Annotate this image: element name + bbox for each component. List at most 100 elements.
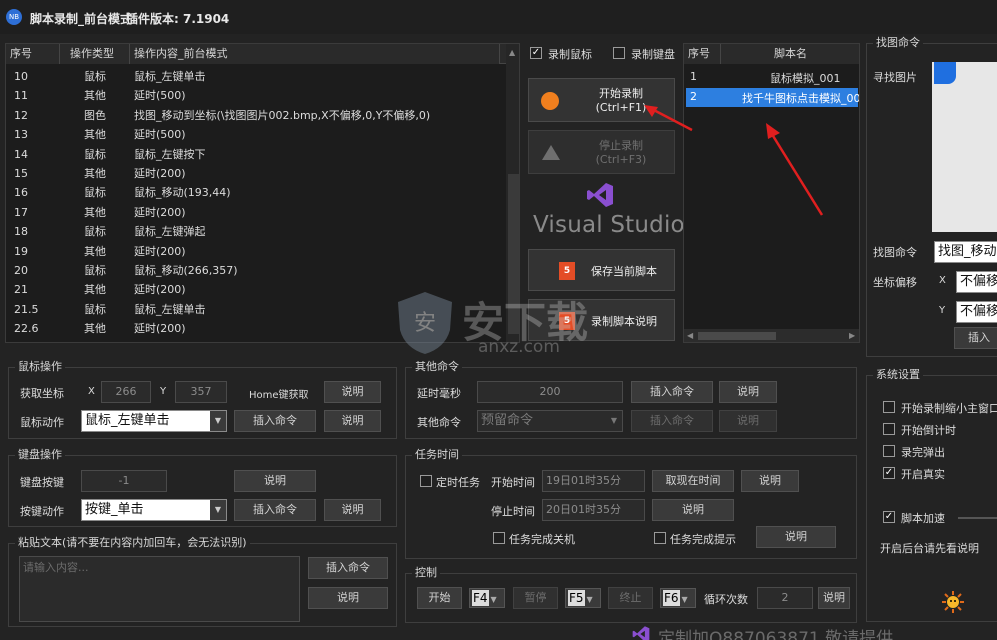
- get-now-button[interactable]: 取现在时间: [652, 470, 734, 492]
- record-row[interactable]: 11 其他 延时(500): [10, 86, 506, 105]
- control-stop-button[interactable]: 终止: [608, 587, 653, 609]
- save-script-button[interactable]: 5 保存当前脚本: [528, 249, 675, 291]
- record-type: 鼠标: [84, 264, 106, 277]
- col-header-index[interactable]: 序号: [6, 44, 60, 64]
- coord-y-input[interactable]: 357: [175, 381, 227, 403]
- record-row[interactable]: 19 其他 延时(200): [10, 242, 506, 261]
- delay-insert-button[interactable]: 插入命令: [631, 381, 713, 403]
- record-row[interactable]: 18 鼠标 鼠标_左键弹起: [10, 222, 506, 241]
- record-row[interactable]: 10 鼠标 鼠标_左键单击: [10, 67, 506, 86]
- other-cmd-select[interactable]: 预留命令 ▼: [477, 410, 623, 432]
- other-cmd-label: 其他命令: [417, 416, 461, 429]
- speedup-checkbox[interactable]: ✓: [883, 511, 895, 523]
- task-explain-button[interactable]: 说明: [741, 470, 799, 492]
- key-explain2-button[interactable]: 说明: [324, 499, 381, 521]
- record-row[interactable]: 12 图色 找图_移动到坐标(\找图图片002.bmp,X不偏移,0,Y不偏移,0): [10, 106, 506, 125]
- control-start-button[interactable]: 开始: [417, 587, 462, 609]
- start-time-input[interactable]: 19日01时35分: [542, 470, 645, 492]
- loop-count-input[interactable]: 2: [757, 587, 813, 609]
- other-cmd-value: 预留命令: [481, 413, 534, 428]
- record-content: 鼠标_左键单击: [134, 70, 206, 83]
- col-header-content[interactable]: 操作内容_前台模式: [130, 44, 500, 64]
- record-index: 18: [14, 225, 28, 239]
- stop-explain-button[interactable]: 说明: [652, 499, 734, 521]
- find-insert-button[interactable]: 插入: [954, 327, 997, 349]
- timed-task-checkbox[interactable]: [420, 475, 432, 487]
- script-hscrollbar[interactable]: ◀ ▶: [684, 329, 859, 342]
- chevron-down-icon[interactable]: ▼: [210, 500, 226, 520]
- record-keyboard-label: 录制键盘: [631, 48, 675, 61]
- record-row[interactable]: 13 其他 延时(500): [10, 125, 506, 144]
- warning-icon: [542, 145, 560, 160]
- shrink-window-checkbox[interactable]: [883, 401, 895, 413]
- watermark-shield-icon: 安: [395, 290, 455, 356]
- paste-textarea[interactable]: 请输入内容...: [19, 556, 300, 622]
- record-index: 21: [14, 283, 28, 297]
- mouse-action-select[interactable]: 鼠标_左键单击 ▼: [81, 410, 227, 432]
- record-index: 17: [14, 205, 28, 219]
- chevron-down-icon: ▼: [490, 595, 497, 604]
- find-cmd-select[interactable]: 找图_移动: [934, 241, 997, 263]
- mouse-explain-button[interactable]: 说明: [324, 410, 381, 432]
- scroll-left-icon[interactable]: ◀: [687, 331, 693, 340]
- firefox-icon: [541, 92, 559, 110]
- key-explain-button[interactable]: 说明: [234, 470, 316, 492]
- coord-x-input[interactable]: 266: [101, 381, 151, 403]
- popup-checkbox[interactable]: [883, 445, 895, 457]
- record-content: 延时(200): [134, 244, 186, 258]
- record-content: 延时(500): [134, 89, 186, 103]
- image-preview[interactable]: [932, 62, 997, 232]
- record-row[interactable]: 17 其他 延时(200): [10, 203, 506, 222]
- key-action-select[interactable]: 按键_单击 ▼: [81, 499, 227, 521]
- chevron-down-icon[interactable]: ▼: [210, 411, 226, 431]
- control-explain-button[interactable]: 说明: [818, 587, 850, 609]
- col-header-type[interactable]: 操作类型: [60, 44, 130, 64]
- key-insert-button[interactable]: 插入命令: [234, 499, 316, 521]
- notify-checkbox[interactable]: [654, 532, 666, 544]
- paste-insert-button[interactable]: 插入命令: [308, 557, 388, 579]
- chevron-down-icon[interactable]: ▼: [606, 411, 622, 431]
- scroll-thumb[interactable]: [698, 332, 776, 340]
- record-row[interactable]: 20 鼠标 鼠标_移动(266,357): [10, 261, 506, 280]
- delay-explain-button[interactable]: 说明: [719, 381, 777, 403]
- other-insert-button[interactable]: 插入命令: [631, 410, 713, 432]
- delay-input[interactable]: 200: [477, 381, 623, 403]
- countdown-checkbox[interactable]: [883, 423, 895, 435]
- scroll-right-icon[interactable]: ▶: [849, 331, 855, 340]
- shutdown-checkbox[interactable]: [493, 532, 505, 544]
- record-index: 15: [14, 167, 28, 180]
- offset-x-select[interactable]: 不偏移: [956, 271, 997, 293]
- record-type: 其他: [84, 244, 106, 258]
- record-keyboard-checkbox[interactable]: [613, 47, 625, 59]
- start-hotkey-select[interactable]: F4 ▼: [469, 588, 505, 608]
- real-mode-checkbox[interactable]: ✓: [883, 467, 895, 479]
- speed-slider[interactable]: [958, 517, 997, 519]
- pause-hotkey-select[interactable]: F5 ▼: [565, 588, 601, 608]
- script-row[interactable]: 1 鼠标模拟_001: [684, 68, 859, 87]
- background-note: 开启后台请先看说明: [880, 542, 979, 555]
- loop-count-label: 循环次数: [704, 593, 748, 606]
- record-row[interactable]: 16 鼠标 鼠标_移动(193,44): [10, 183, 506, 202]
- stop-time-input[interactable]: 20日01时35分: [542, 499, 645, 521]
- offset-y-select[interactable]: 不偏移: [956, 301, 997, 323]
- other-explain-button[interactable]: 说明: [719, 410, 777, 432]
- coord-explain-button[interactable]: 说明: [324, 381, 381, 403]
- record-row[interactable]: 15 其他 延时(200): [10, 164, 506, 183]
- start-time-label: 开始时间: [491, 476, 535, 489]
- find-image-label: 寻找图片: [873, 71, 917, 84]
- key-input[interactable]: -1: [81, 470, 167, 492]
- mouse-insert-button[interactable]: 插入命令: [234, 410, 316, 432]
- stop-hotkey-select[interactable]: F6 ▼: [660, 588, 696, 608]
- task-group-title: 任务时间: [412, 448, 462, 462]
- script-col-index[interactable]: 序号: [684, 44, 721, 64]
- watermark-subtext: anxz.com: [478, 337, 560, 357]
- record-row[interactable]: 14 鼠标 鼠标_左键按下: [10, 145, 506, 164]
- record-index: 16: [14, 186, 28, 200]
- control-pause-button[interactable]: 暂停: [513, 587, 558, 609]
- mouse-action-label: 鼠标动作: [20, 416, 64, 429]
- record-mouse-checkbox[interactable]: ✓: [530, 47, 542, 59]
- paste-explain-button[interactable]: 说明: [308, 587, 388, 609]
- script-col-name[interactable]: 脚本名: [721, 44, 859, 64]
- task-explain3-button[interactable]: 说明: [756, 526, 836, 548]
- scroll-up-icon[interactable]: ▲: [509, 48, 515, 57]
